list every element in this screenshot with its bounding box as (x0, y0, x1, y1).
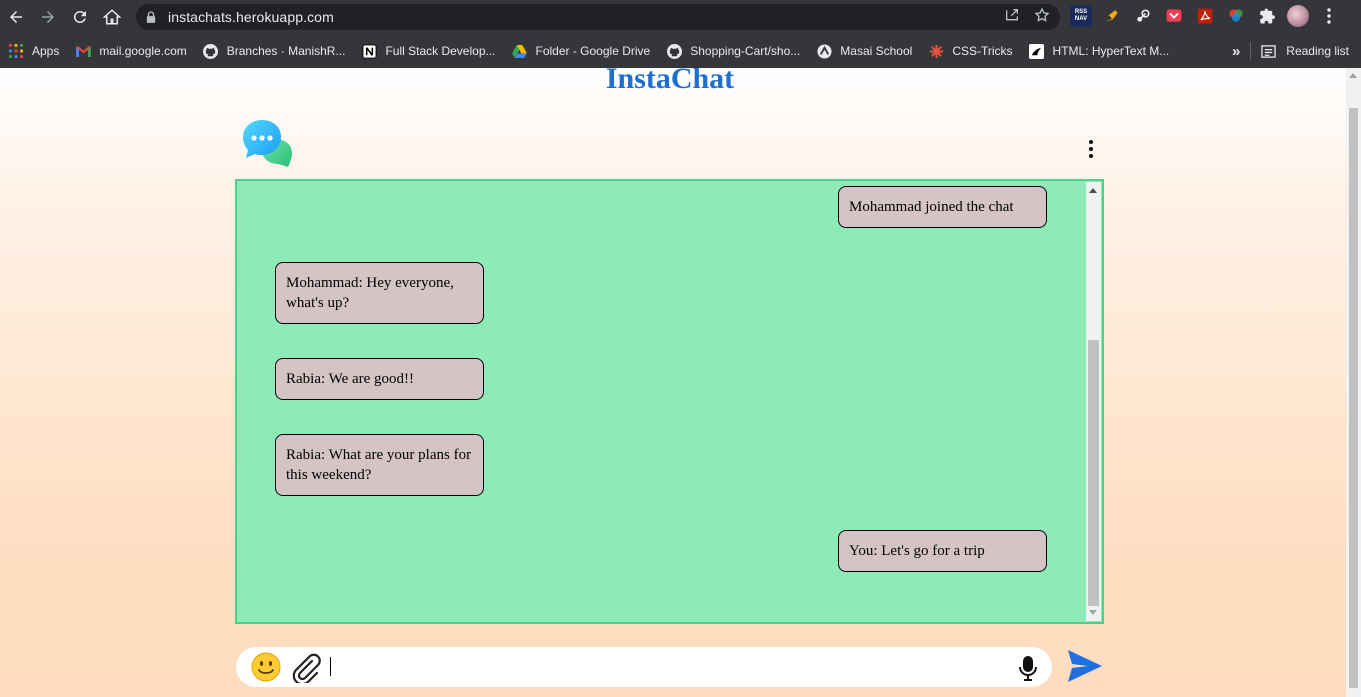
apps-grid-icon (8, 43, 24, 59)
url-text[interactable]: instachats.herokuapp.com (168, 9, 334, 25)
bookmark-label: CSS-Tricks (952, 44, 1013, 58)
bookmarks-divider (1250, 42, 1252, 60)
scroll-down-arrow-icon[interactable] (1089, 610, 1097, 615)
bookmark-shopping-cart[interactable]: Shopping-Cart/sho... (658, 38, 808, 64)
css-tricks-icon (928, 43, 944, 59)
message-composer (236, 647, 1052, 687)
page-viewport: InstaChat Mohammad joined the chat Moham… (0, 68, 1346, 697)
mdn-icon (1029, 43, 1045, 59)
notion-icon (361, 43, 377, 59)
message-bubble: Mohammad: Hey everyone, what's up? (275, 262, 484, 324)
message-input[interactable] (328, 653, 998, 681)
bookmark-label: Shopping-Cart/sho... (690, 44, 801, 58)
home-icon[interactable] (96, 1, 128, 33)
back-arrow-icon[interactable] (0, 1, 32, 33)
pocket-extension-icon[interactable] (1163, 5, 1185, 27)
more-bookmarks-chevron[interactable]: » (1232, 43, 1240, 60)
bookmark-gmail[interactable]: mail.google.com (67, 38, 194, 64)
message-bubble: Rabia: What are your plans for this week… (275, 434, 484, 496)
bookmark-css-tricks[interactable]: CSS-Tricks (920, 38, 1020, 64)
emoji-smiley-icon[interactable] (250, 651, 282, 683)
pencil-extension-icon[interactable] (1101, 5, 1123, 27)
profile-avatar[interactable] (1287, 5, 1309, 27)
paperclip-attach-icon[interactable] (290, 653, 322, 686)
bookmark-mdn-html[interactable]: HTML: HyperText M... (1021, 38, 1178, 64)
message-bubble: Rabia: We are good!! (275, 358, 484, 400)
masai-icon (816, 43, 832, 59)
chrome-menu-icon[interactable] (1318, 5, 1340, 27)
page-scroll-up-arrow-icon[interactable] (1349, 73, 1357, 78)
page-scrollbar[interactable] (1346, 68, 1361, 697)
pdf-extension-icon[interactable] (1194, 5, 1216, 27)
forward-arrow-icon[interactable] (32, 1, 64, 33)
bookmark-label: Apps (32, 44, 60, 58)
gmail-icon (75, 43, 91, 59)
chat-options-menu-icon[interactable] (1082, 138, 1100, 160)
reading-list-icon[interactable] (1261, 44, 1277, 59)
message-bubble: You: Let's go for a trip (838, 530, 1047, 572)
puzzle-extensions-icon[interactable] (1256, 5, 1278, 27)
app-title: InstaChat (605, 68, 735, 95)
bookmark-label: Full Stack Develop... (385, 44, 496, 58)
message-bubble: Mohammad joined the chat (838, 186, 1047, 228)
extensions-tray: RSS NAV (1070, 5, 1340, 27)
color-picker-extension-icon[interactable] (1225, 5, 1247, 27)
browser-toolbar: instachats.herokuapp.com RSS NAV (0, 0, 1361, 34)
bookmark-label: mail.google.com (99, 44, 187, 58)
steam-extension-icon[interactable] (1132, 5, 1154, 27)
bookmark-google-drive[interactable]: Folder - Google Drive (504, 38, 659, 64)
share-icon[interactable] (1004, 7, 1020, 28)
rss-nav-extension-icon[interactable]: RSS NAV (1070, 5, 1092, 27)
bookmark-star-icon[interactable] (1034, 6, 1050, 28)
reload-icon[interactable] (64, 1, 96, 33)
bookmark-notion[interactable]: Full Stack Develop... (353, 38, 503, 64)
bookmark-label: Branches · ManishR... (226, 44, 346, 58)
bookmark-masai-school[interactable]: Masai School (808, 38, 920, 64)
scroll-up-arrow-icon[interactable] (1089, 188, 1097, 193)
bookmarks-bar: Apps mail.google.com Branches · ManishR.… (0, 34, 1361, 68)
github-icon (203, 43, 219, 59)
bookmark-github-branches[interactable]: Branches · ManishR... (195, 38, 354, 64)
microphone-icon[interactable] (1016, 653, 1040, 683)
lock-icon (146, 10, 158, 24)
chat-messages-panel[interactable]: Mohammad joined the chat Mohammad: Hey e… (235, 179, 1104, 624)
send-arrow-icon[interactable] (1066, 648, 1104, 684)
page-scrollbar-thumb[interactable] (1349, 108, 1358, 688)
github-icon (666, 43, 682, 59)
chat-bubbles-logo-icon (240, 118, 296, 170)
bookmark-label: HTML: HyperText M... (1052, 44, 1170, 58)
text-cursor (330, 657, 331, 676)
reading-list-label[interactable]: Reading list (1286, 44, 1349, 58)
chat-scrollbar[interactable] (1086, 182, 1101, 621)
bookmark-label: Folder - Google Drive (535, 44, 651, 58)
bookmark-label: Masai School (840, 44, 913, 58)
bookmark-apps[interactable]: Apps (0, 38, 67, 64)
address-bar[interactable]: instachats.herokuapp.com (136, 4, 1060, 30)
google-drive-icon (512, 43, 528, 59)
chat-scrollbar-thumb[interactable] (1088, 340, 1099, 606)
